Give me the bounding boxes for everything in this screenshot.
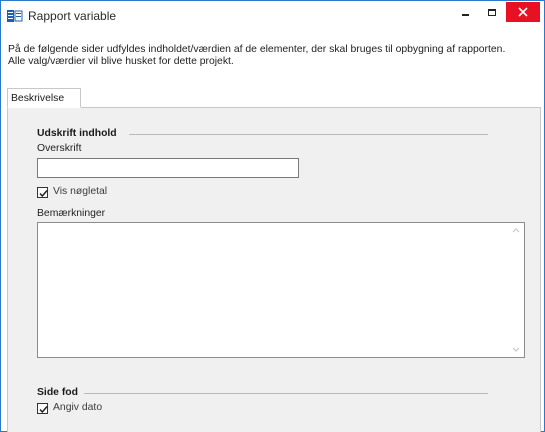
vis-noegletal-label: Vis nøgletal: [53, 186, 108, 197]
info-line-1: På de følgende sider udfyldes indholdet/…: [8, 44, 506, 55]
overskrift-label: Overskrift: [37, 143, 82, 154]
bemaerkninger-label: Bemærkninger: [37, 208, 106, 219]
tab-beskrivelse[interactable]: Beskrivelse: [7, 88, 81, 108]
maximize-button[interactable]: [479, 1, 505, 23]
vis-noegletal-checkbox[interactable]: Vis nøgletal: [37, 186, 157, 200]
group-divider-sidefod: [84, 393, 488, 394]
overskrift-input[interactable]: [37, 158, 299, 178]
maximize-icon: [488, 9, 496, 16]
group-divider-udskrift: [129, 134, 488, 135]
chevron-down-icon[interactable]: [510, 344, 522, 354]
info-text: På de følgende sider udfyldes indholdet/…: [8, 44, 543, 68]
vis-noegletal-box[interactable]: [37, 187, 48, 198]
angiv-dato-checkbox[interactable]: Angiv dato: [37, 402, 157, 416]
minimize-icon: [461, 14, 469, 16]
minimize-button[interactable]: [452, 1, 478, 23]
window-title: Rapport variable: [28, 9, 117, 23]
close-button[interactable]: [506, 2, 540, 22]
report-app-icon: [7, 9, 23, 23]
angiv-dato-box[interactable]: [37, 403, 48, 414]
tab-panel: Udskrift indhold Overskrift Vis nøgletal…: [7, 108, 541, 432]
title-bar[interactable]: Rapport variable: [1, 1, 544, 31]
chevron-up-icon[interactable]: [510, 226, 522, 236]
angiv-dato-label: Angiv dato: [53, 402, 103, 413]
bemaerkninger-textarea[interactable]: [37, 222, 525, 358]
close-icon: [518, 7, 528, 17]
group-title-sidefod: Side fod: [37, 387, 78, 398]
group-title-udskrift: Udskrift indhold: [37, 128, 117, 139]
checkmark-icon: [39, 406, 48, 414]
info-line-2: Alle valg/værdier vil blive husket for d…: [8, 56, 234, 67]
checkmark-icon: [39, 190, 48, 198]
dialog-window: Rapport variable På de følgende sider ud…: [0, 0, 545, 432]
